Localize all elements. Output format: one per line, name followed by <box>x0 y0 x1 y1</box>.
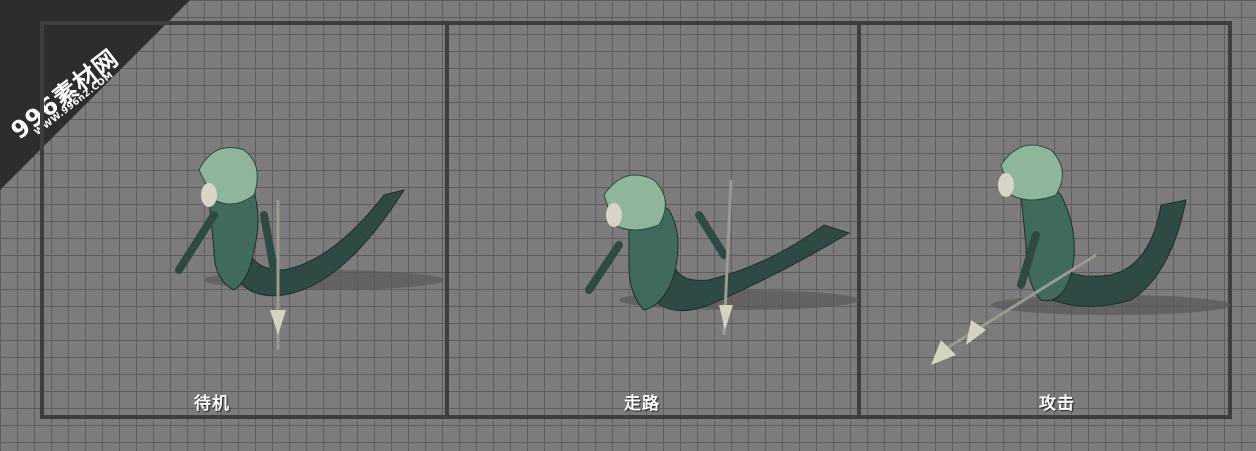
panel-label: 待机 <box>194 394 230 414</box>
panel-walk: 走路 <box>449 25 859 415</box>
naga-attack-sprite <box>931 144 1231 365</box>
panel-idle: 待机 <box>44 25 445 415</box>
panel-attack: 攻击 <box>861 25 1231 415</box>
panel-label: 攻击 <box>1039 394 1075 414</box>
naga-walk-sprite <box>585 174 859 336</box>
panel-label: 走路 <box>624 394 660 414</box>
naga-idle-sprite <box>175 147 444 350</box>
